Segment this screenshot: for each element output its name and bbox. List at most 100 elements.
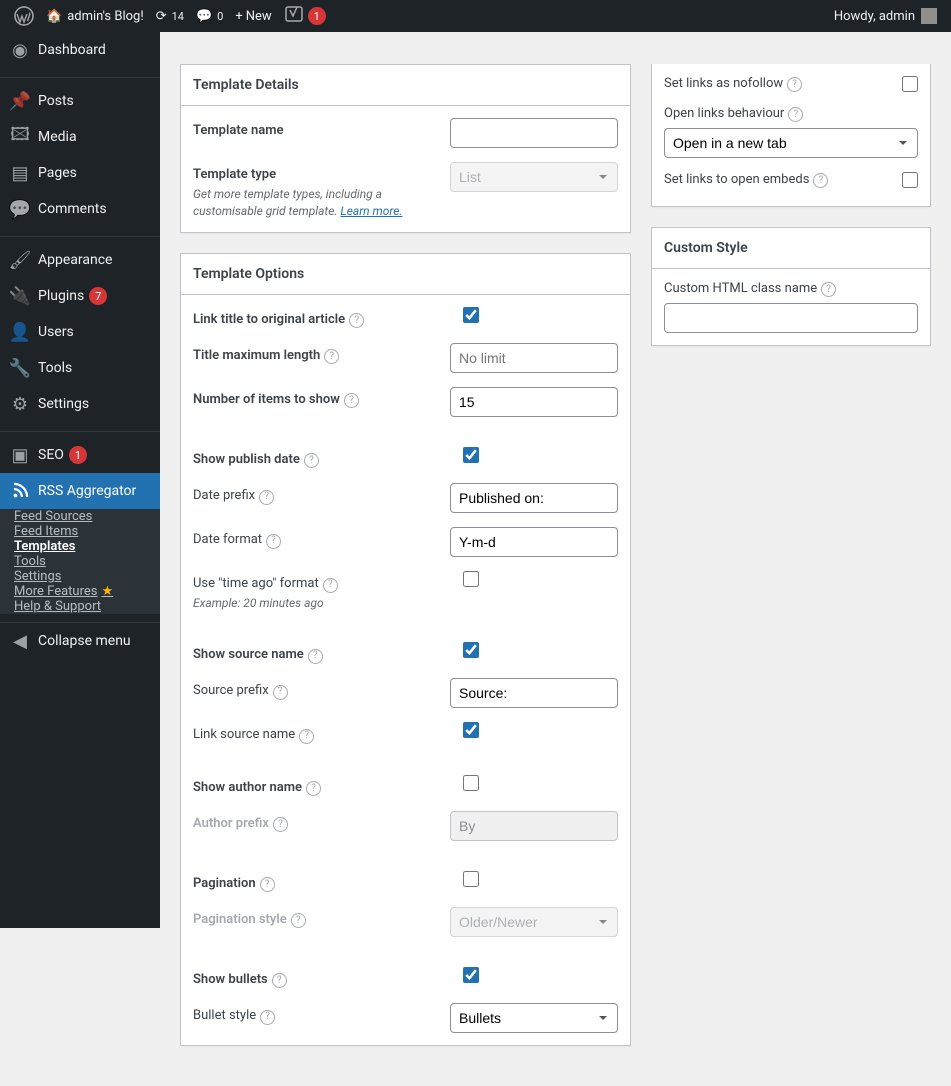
source-prefix-label: Source prefix [193,683,269,698]
title-max-input[interactable] [450,343,618,373]
date-prefix-input[interactable] [450,483,618,513]
menu-appearance[interactable]: 🖌Appearance [0,242,160,278]
help-icon[interactable]: ? [821,282,836,297]
show-bullets-label: Show bullets [193,972,268,987]
account-link[interactable]: Howdy, admin [828,0,943,32]
date-format-input[interactable] [450,527,618,557]
author-prefix-label: Author prefix [193,816,269,831]
links-box: Set links as nofollow? Open links behavi… [651,64,931,207]
menu-seo[interactable]: ▣SEO1 [0,437,160,473]
bullet-style-select[interactable]: Bullets [450,1003,618,1033]
yoast-link[interactable]: 1 [278,0,332,32]
help-icon[interactable]: ? [259,490,274,505]
pagination-checkbox[interactable] [463,871,479,887]
template-name-input[interactable] [450,118,618,148]
open-embeds-label: Set links to open embeds [664,172,809,187]
home-icon: 🏠 [46,9,62,24]
pagination-label: Pagination [193,876,256,891]
show-author-checkbox[interactable] [463,775,479,791]
admin-sidebar: ◉Dashboard 📌Posts 🖾Media ▤Pages 💬Comment… [0,32,160,928]
seo-icon: ▣ [10,445,30,465]
learn-more-link[interactable]: Learn more. [340,204,402,218]
new-link[interactable]: +New [229,0,277,32]
help-icon[interactable]: ? [323,578,338,593]
wp-logo[interactable] [8,0,40,32]
menu-tools[interactable]: 🔧Tools [0,350,160,386]
help-icon[interactable]: ? [324,349,339,364]
plugin-icon: 🔌 [10,286,30,306]
help-icon[interactable]: ? [266,534,281,549]
sliders-icon: ⚙ [10,394,30,414]
menu-posts[interactable]: 📌Posts [0,83,160,119]
help-icon[interactable]: ? [349,313,364,328]
num-items-label: Number of items to show [193,392,340,407]
brush-icon: 🖌 [10,250,30,270]
title-max-label: Title maximum length [193,348,320,363]
source-prefix-input[interactable] [450,678,618,708]
help-icon[interactable]: ? [306,781,321,796]
custom-style-box: Custom Style Custom HTML class name? [651,227,931,346]
update-icon: ⟳ [156,9,167,24]
link-source-checkbox[interactable] [463,722,479,738]
show-author-label: Show author name [193,780,302,795]
help-icon[interactable]: ? [273,685,288,700]
template-type-label: Template type [193,167,276,182]
wrench-icon: 🔧 [10,358,30,378]
menu-users[interactable]: 👤Users [0,314,160,350]
menu-rss[interactable]: RSS Aggregator [0,473,160,509]
yoast-icon [284,4,304,28]
menu-pages[interactable]: ▤Pages [0,155,160,191]
comments-link[interactable]: 💬0 [190,0,229,32]
avatar [921,8,937,24]
help-icon[interactable]: ? [788,107,803,122]
link-title-label: Link title to original article [193,312,345,327]
show-publish-label: Show publish date [193,452,300,467]
rss-icon [10,481,30,501]
template-options-box: Template Options Link title to original … [180,253,631,1046]
link-source-label: Link source name [193,727,295,742]
html-class-input[interactable] [664,303,918,333]
help-icon[interactable]: ? [272,973,287,988]
menu-plugins[interactable]: 🔌Plugins7 [0,278,160,314]
menu-comments[interactable]: 💬Comments [0,191,160,227]
user-icon: 👤 [10,322,30,342]
show-source-checkbox[interactable] [463,642,479,658]
help-icon[interactable]: ? [304,453,319,468]
comment-icon: 💬 [10,199,30,219]
show-source-label: Show source name [193,647,304,662]
site-link[interactable]: 🏠admin's Blog! [40,0,150,32]
bullet-style-label: Bullet style [193,1008,256,1023]
page-icon: ▤ [10,163,30,183]
help-icon[interactable]: ? [299,729,314,744]
time-ago-label: Use "time ago" format [193,576,319,591]
template-details-box: Template Details Template name Template … [180,64,631,233]
menu-media[interactable]: 🖾Media [0,119,160,155]
sub-help[interactable]: Help & Support [0,593,111,620]
help-icon[interactable]: ? [813,173,828,188]
open-behaviour-select[interactable]: Open in a new tab [664,128,918,158]
help-icon[interactable]: ? [291,913,306,928]
updates-link[interactable]: ⟳14 [150,0,190,32]
num-items-input[interactable] [450,387,618,417]
show-publish-checkbox[interactable] [463,447,479,463]
nofollow-checkbox[interactable] [902,76,918,92]
collapse-button[interactable]: ◀Collapse menu [0,623,160,659]
pagination-style-label: Pagination style [193,912,287,927]
show-bullets-checkbox[interactable] [463,967,479,983]
help-icon[interactable]: ? [344,393,359,408]
collapse-icon: ◀ [10,631,30,651]
open-embeds-checkbox[interactable] [902,172,918,188]
open-behaviour-label: Open links behaviour [664,106,784,121]
menu-settings[interactable]: ⚙Settings [0,386,160,422]
time-ago-checkbox[interactable] [463,571,479,587]
link-title-checkbox[interactable] [463,307,479,323]
help-icon[interactable]: ? [308,649,323,664]
help-icon[interactable]: ? [260,1010,275,1025]
help-icon[interactable]: ? [273,817,288,832]
help-icon[interactable]: ? [260,877,275,892]
help-icon[interactable]: ? [787,77,802,92]
pin-icon: 📌 [10,91,30,111]
time-ago-note: Example: 20 minutes ago [193,595,451,612]
template-name-label: Template name [193,123,283,138]
menu-dashboard[interactable]: ◉Dashboard [0,32,160,68]
